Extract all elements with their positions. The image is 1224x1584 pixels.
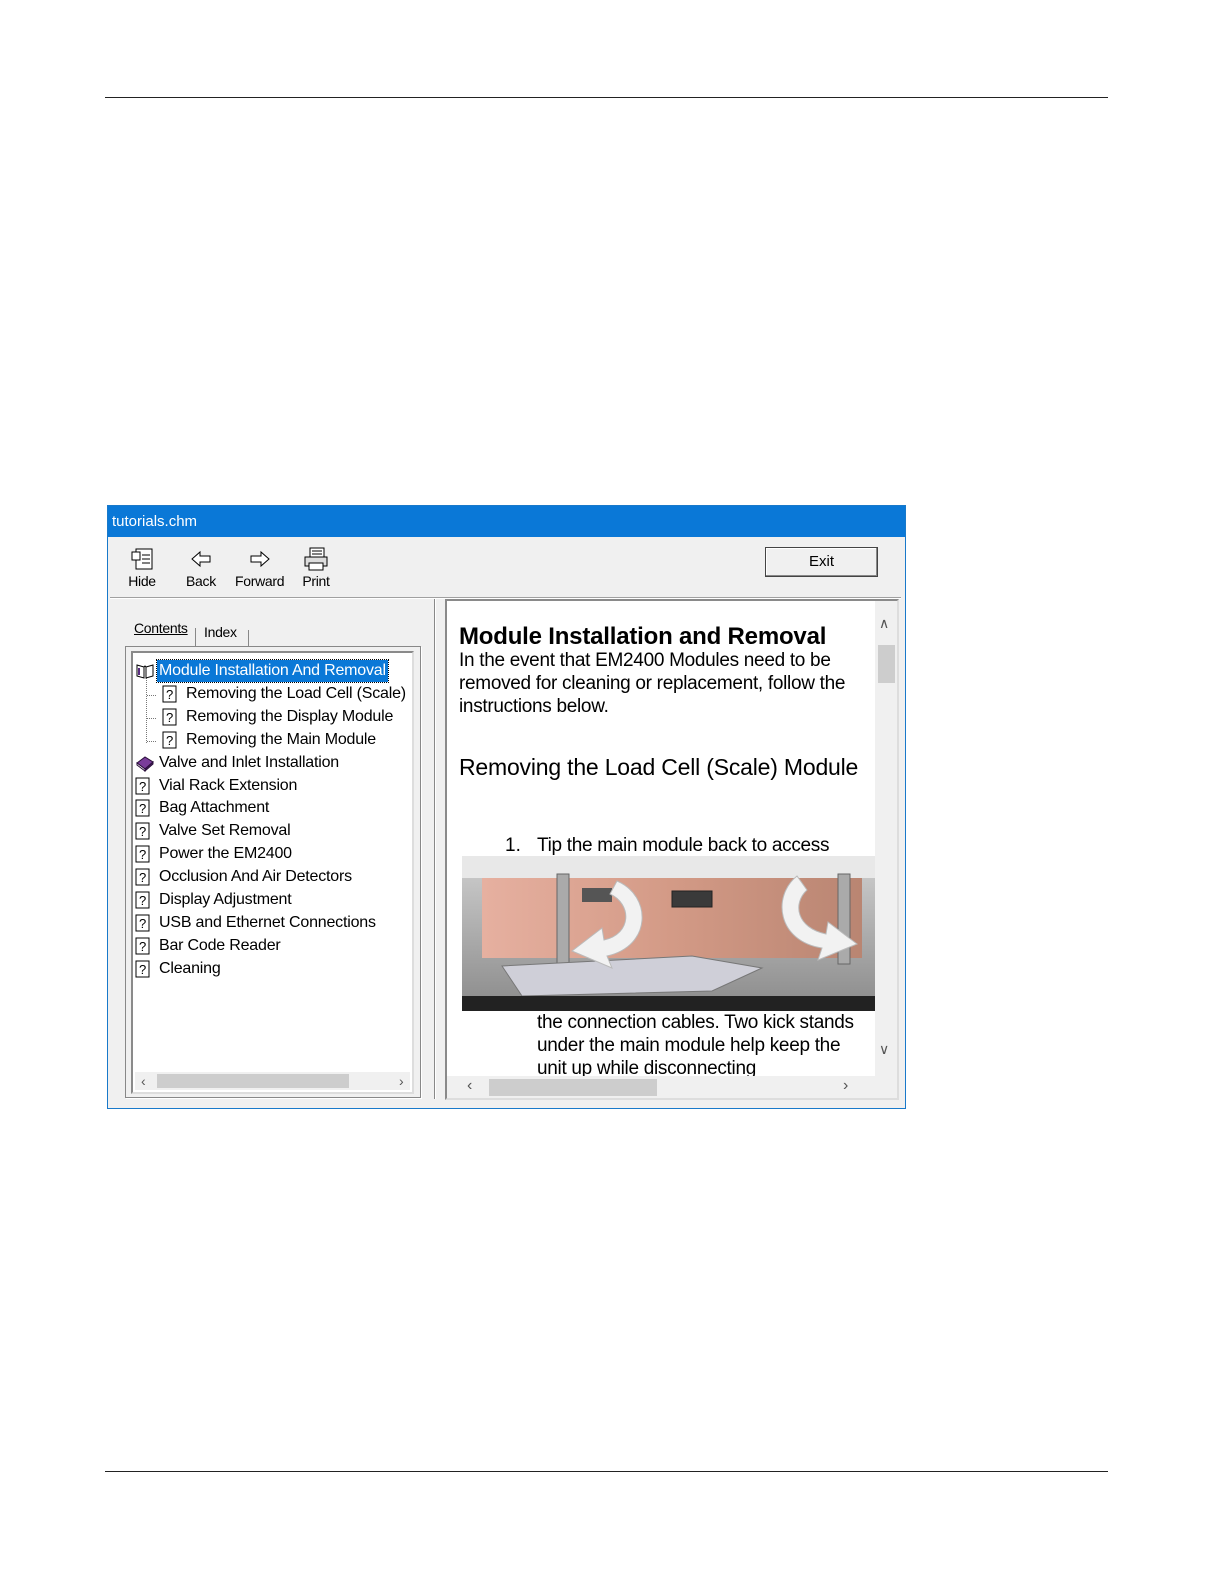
scroll-right-icon[interactable]: ›	[399, 1072, 404, 1090]
page-header-rule	[105, 97, 1108, 98]
tree-item-label: Valve Set Removal	[159, 822, 291, 840]
svg-text:?: ?	[139, 847, 146, 862]
page-footer-rule	[105, 1471, 1108, 1472]
svg-text:?: ?	[139, 893, 146, 908]
print-label: Print	[302, 573, 330, 589]
tree-item-label: Vial Rack Extension	[159, 776, 298, 794]
scroll-corner	[875, 1076, 897, 1098]
contents-panel: Module Installation And Removal? Removing…	[125, 646, 421, 1098]
scroll-down-icon[interactable]: ∨	[879, 1041, 889, 1058]
step-number: 1.	[505, 835, 521, 856]
svg-text:?: ?	[166, 710, 173, 725]
topic-intro: In the event that EM2400 Modules need to…	[459, 650, 846, 717]
exit-button[interactable]: Exit	[765, 547, 878, 577]
tree-item-label: Removing the Main Module	[186, 730, 376, 748]
tree-item-label: USB and Ethernet Connections	[159, 913, 376, 931]
svg-text:?: ?	[139, 779, 146, 794]
hide-icon	[131, 548, 153, 570]
help-page-icon: ?	[135, 937, 151, 962]
tree-item-label: Display Adjustment	[159, 891, 292, 908]
svg-text:?: ?	[139, 916, 146, 931]
help-page-icon: ?	[135, 868, 151, 893]
tree-item-label: Bag Attachment	[159, 799, 270, 817]
svg-text:?: ?	[139, 939, 146, 954]
help-window: tutorials.chm Hide Back Forward Print Ex…	[107, 505, 906, 1109]
tree-item-label: Bar Code Reader	[159, 936, 281, 954]
back-button[interactable]: Back	[186, 547, 216, 589]
scroll-left-icon[interactable]: ‹	[141, 1072, 146, 1090]
tree-item-label: Cleaning	[159, 959, 221, 977]
scrollbar-thumb[interactable]	[157, 1074, 349, 1088]
scroll-right-icon[interactable]: ›	[843, 1077, 848, 1095]
forward-button[interactable]: Forward	[235, 547, 285, 589]
svg-text:?: ?	[139, 801, 146, 816]
svg-text:?: ?	[139, 870, 146, 885]
svg-text:?: ?	[166, 733, 173, 748]
hide-label: Hide	[128, 573, 156, 589]
help-page-icon: ?	[162, 708, 178, 733]
contents-tree: Module Installation And Removal? Removing…	[131, 651, 414, 1094]
scroll-up-icon[interactable]: ∧	[879, 615, 889, 632]
topic-horizontal-scrollbar[interactable]: ‹ ›	[447, 1076, 875, 1098]
module-photo	[462, 856, 875, 1011]
hide-button[interactable]: Hide	[128, 547, 156, 589]
help-page-icon: ?	[135, 845, 151, 870]
forward-arrow-icon	[250, 550, 270, 568]
forward-label: Forward	[235, 573, 285, 589]
help-page-icon: ?	[135, 914, 151, 939]
topic-pane: Module Installation and Removal In the e…	[445, 599, 899, 1100]
back-label: Back	[186, 573, 216, 589]
tree-item-label: Removing the Display Module	[186, 707, 394, 725]
step-text-continued: the connection cables. Two kick stands u…	[537, 1012, 854, 1079]
topic-heading: Module Installation and Removal	[459, 623, 827, 650]
topic-content: Module Installation and Removal In the e…	[447, 601, 875, 1079]
help-page-icon: ?	[135, 960, 151, 985]
navigation-pane: Contents Index Module Installation And R…	[116, 606, 426, 1100]
svg-text:?: ?	[139, 962, 146, 977]
scrollbar-thumb[interactable]	[878, 645, 895, 683]
tree-item-label: Power the EM2400	[159, 845, 292, 863]
tree-connector	[147, 695, 156, 697]
window-title: tutorials.chm	[108, 506, 905, 537]
svg-text:?: ?	[139, 824, 146, 839]
tree-item-label: Valve and Inlet Installation	[159, 753, 340, 771]
topic-subheading: Removing the Load Cell (Scale) Module	[459, 754, 859, 780]
tree-item-label: Module Installation And Removal	[156, 659, 389, 683]
help-page-icon: ?	[135, 891, 151, 916]
closed-book-icon	[135, 754, 155, 779]
tree-item-label: Removing the Load Cell (Scale)	[186, 684, 406, 702]
help-page-icon: ?	[135, 822, 151, 847]
back-arrow-icon	[191, 550, 211, 568]
open-book-icon	[135, 662, 155, 687]
tab-index[interactable]: Index	[204, 624, 237, 640]
tab-contents[interactable]: Contents	[134, 620, 188, 636]
scroll-left-icon[interactable]: ‹	[467, 1077, 472, 1095]
print-button[interactable]: Print	[302, 547, 330, 589]
help-page-icon: ?	[162, 685, 178, 710]
tree-connector	[147, 741, 156, 743]
tree-horizontal-scrollbar[interactable]: ‹ ›	[135, 1072, 410, 1090]
help-page-icon: ?	[135, 777, 151, 802]
printer-icon	[304, 547, 328, 571]
tree-connector	[147, 718, 156, 720]
scrollbar-thumb[interactable]	[489, 1079, 657, 1096]
tree-item-label: Occlusion And Air Detectors	[159, 868, 352, 886]
topic-vertical-scrollbar[interactable]: ∧ ∨	[875, 601, 897, 1079]
pane-splitter[interactable]	[430, 599, 444, 1099]
help-page-icon: ?	[135, 799, 151, 824]
step-text: Tip the main module back to access	[537, 835, 830, 856]
svg-text:?: ?	[166, 687, 173, 702]
